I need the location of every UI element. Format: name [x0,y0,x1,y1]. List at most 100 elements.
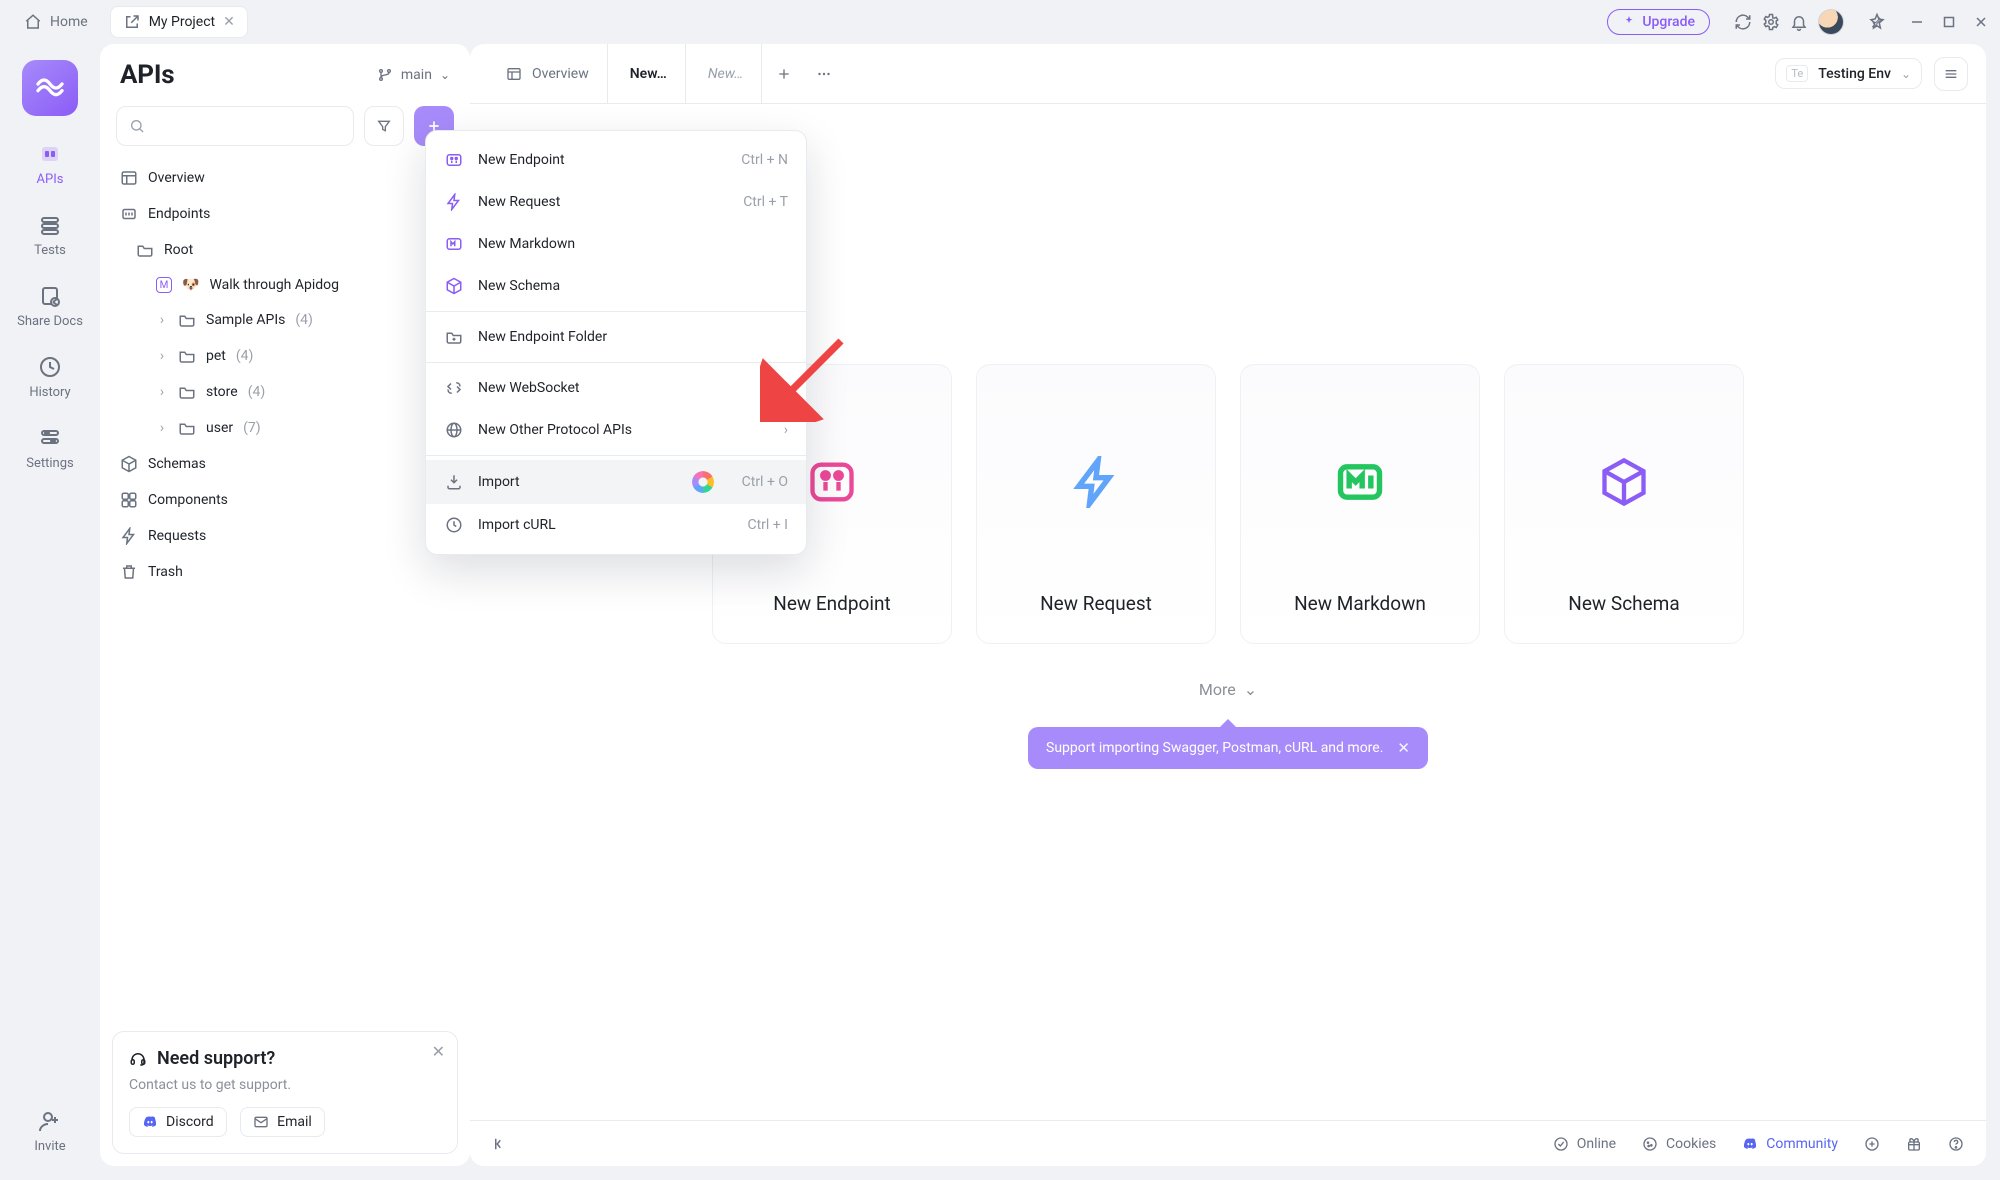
discord-label: Discord [166,1114,214,1130]
schema-tile-icon [1598,456,1650,508]
rail-item-settings[interactable]: Settings [26,426,73,471]
more-button[interactable]: More ⌄ [1199,680,1257,699]
project-tab[interactable]: My Project ✕ [110,6,248,38]
external-icon [123,13,141,31]
status-bar: Online Cookies Community [470,1120,1986,1166]
tree-root-label: Root [164,242,193,258]
folder-open-icon [136,241,154,259]
close-tooltip-icon[interactable]: ✕ [1397,739,1410,757]
dd-shortcut: Ctrl + O [742,474,788,490]
tree-trash[interactable]: Trash [108,554,462,590]
status-cookies[interactable]: Cookies [1642,1136,1716,1152]
caret-icon: › [156,420,168,436]
bell-icon[interactable] [1790,13,1808,31]
folder-count: (4) [295,312,313,328]
window-minimize-icon[interactable] [1910,15,1924,29]
tree-requests[interactable]: Requests ▸ [108,518,462,554]
rail-item-invite[interactable]: Invite [34,1109,65,1154]
dd-new-folder[interactable]: New Endpoint Folder [426,316,806,358]
tree-endpoints[interactable]: Endpoints ▸ [108,196,462,232]
bolt-icon [444,192,464,212]
upgrade-button[interactable]: Upgrade [1607,9,1710,35]
status-help[interactable] [1948,1136,1964,1152]
tree-overview[interactable]: Overview [108,160,462,196]
rail-item-share-docs[interactable]: Share Docs [17,284,83,329]
dd-label: Import [478,474,520,490]
discord-icon [142,1114,158,1130]
status-online[interactable]: Online [1553,1136,1616,1152]
dd-new-other[interactable]: New Other Protocol APIs › [426,409,806,451]
tab-more-button[interactable] [806,65,842,83]
tree-root[interactable]: Root [108,232,462,268]
tree-endpoints-label: Endpoints [148,206,210,222]
home-label: Home [50,14,88,30]
markdown-icon [444,234,464,254]
status-plus[interactable] [1864,1136,1880,1152]
status-community[interactable]: Community [1742,1136,1838,1152]
dd-import[interactable]: Import Ctrl + O [426,460,806,504]
rail-item-history[interactable]: History [29,355,70,400]
dd-new-schema[interactable]: New Schema [426,265,806,307]
status-gift[interactable] [1906,1136,1922,1152]
tree-schemas[interactable]: Schemas ▸ [108,446,462,482]
dog-emoji: 🐶 [182,277,199,293]
rail-item-apis[interactable]: APIs [37,142,64,187]
tree-components[interactable]: Components ▸ [108,482,462,518]
email-chip[interactable]: Email [240,1107,325,1137]
rail-label-settings: Settings [26,456,73,471]
rail-item-tests[interactable]: Tests [34,213,66,258]
home-tab[interactable]: Home [12,7,100,37]
import-icon [444,472,464,492]
branch-selector[interactable]: main ⌄ [377,67,450,83]
tab-overview[interactable]: Overview [488,44,608,104]
gear-icon[interactable] [1762,13,1780,31]
discord-chip[interactable]: Discord [129,1107,227,1137]
endpoint-icon [444,150,464,170]
tree-folder-user[interactable]: › user (7) [108,410,462,446]
dd-import-curl[interactable]: Import cURL Ctrl + I [426,504,806,546]
tile-new-markdown[interactable]: New Markdown [1240,364,1480,644]
avatar[interactable] [1818,9,1844,35]
env-menu-button[interactable] [1934,57,1968,91]
window-close-icon[interactable] [1974,15,1988,29]
pin-icon[interactable] [1868,13,1886,31]
dd-new-endpoint[interactable]: New Endpoint Ctrl + N [426,139,806,181]
tree-overview-label: Overview [148,170,205,186]
dd-new-markdown[interactable]: New Markdown [426,223,806,265]
window-controls [1910,15,1988,29]
tile-request-label: New Request [1040,592,1152,615]
tab-new-active[interactable]: New… [612,44,686,104]
collapse-left-icon[interactable] [492,1135,510,1153]
add-tab-button[interactable] [766,66,802,82]
rail-label-apis: APIs [37,172,64,187]
api-icon [120,205,138,223]
search-input[interactable] [116,106,354,146]
window-maximize-icon[interactable] [1942,15,1956,29]
tooltip-text: Support importing Swagger, Postman, cURL… [1046,740,1383,756]
env-short: Te [1786,65,1808,82]
folder-icon [178,347,196,365]
tab-new-ghost[interactable]: New… [690,44,762,104]
env-selector[interactable]: Te Testing Env ⌄ [1775,58,1922,89]
home-icon [24,13,42,31]
tree-folder-store[interactable]: › store (4) [108,374,462,410]
dd-new-request[interactable]: New Request Ctrl + T [426,181,806,223]
filter-button[interactable] [364,106,404,146]
tile-endpoint-label: New Endpoint [773,592,890,615]
dd-shortcut: Ctrl + N [741,152,788,168]
chevron-right-icon: › [784,422,788,438]
close-tab-icon[interactable]: ✕ [223,15,235,29]
tree-folder-sample[interactable]: › Sample APIs (4) [108,302,462,338]
tile-new-request[interactable]: New Request [976,364,1216,644]
close-support-icon[interactable]: ✕ [432,1042,445,1061]
tile-new-schema[interactable]: New Schema [1504,364,1744,644]
app-logo[interactable] [22,60,78,116]
tab-overview-label: Overview [532,66,589,82]
tree-walk-item[interactable]: M 🐶 Walk through Apidog [108,268,462,302]
dd-new-websocket[interactable]: New WebSocket [426,367,806,409]
tree-folder-pet[interactable]: › pet (4) [108,338,462,374]
content-tabs: Overview New… New… Te Testing Env [470,44,1986,104]
refresh-icon[interactable] [1734,13,1752,31]
settings-icon [38,426,62,450]
folder-name: user [206,420,233,436]
